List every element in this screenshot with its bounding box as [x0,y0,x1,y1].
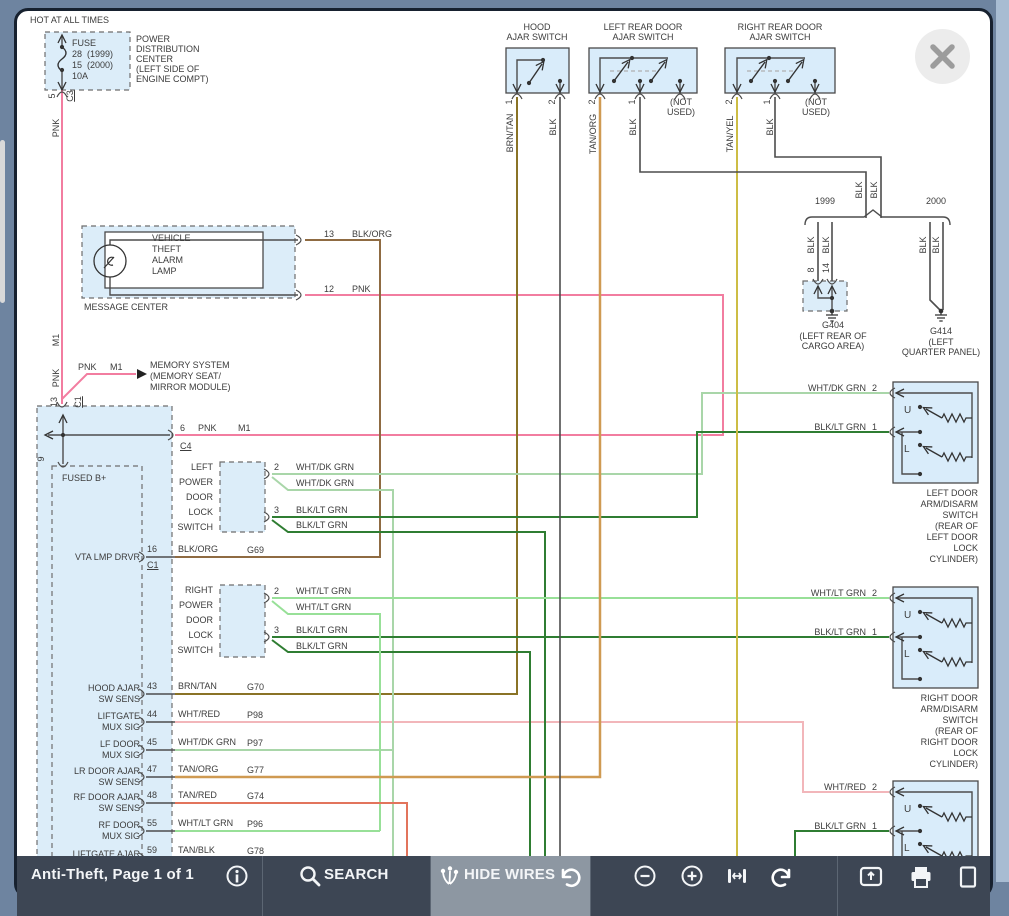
pin-connector [675,94,685,99]
junction-dot [918,405,922,409]
junction-dot [813,79,817,83]
junction-dot [918,829,922,833]
memory-system-arrow [137,369,147,379]
zoom-in-icon[interactable] [680,864,704,888]
page-icon[interactable] [955,864,981,890]
wire [930,222,940,310]
wire [272,640,530,856]
junction-dot [612,79,616,83]
wire [272,520,545,856]
toolbar-divider [430,856,431,916]
redo-icon[interactable] [771,864,797,890]
junction-dot [558,79,562,83]
info-icon[interactable] [225,864,249,888]
wire [795,831,889,856]
app-root: { "toolbar": { "title": "Anti-Theft, Pag… [0,0,1009,882]
junction-dot [918,430,922,434]
junction-dot [918,635,922,639]
junction-dot [61,433,65,437]
wire [175,803,407,856]
ground-icon [935,311,947,321]
junction-dot [749,79,753,83]
wire [272,601,380,831]
junction-dot [541,58,545,62]
component-box [220,585,265,657]
wire [272,393,889,474]
export-image-icon[interactable] [858,864,884,890]
wire [62,374,136,399]
fit-width-icon[interactable] [725,864,749,888]
junction-dot [527,81,531,85]
wire [175,722,889,792]
component-box [45,32,130,90]
junction-dot [830,296,834,300]
junction-dot [767,56,771,60]
hide-wires-icon[interactable] [437,864,461,888]
print-icon[interactable] [908,864,934,890]
toolbar-divider [837,856,838,916]
junction-dot [918,804,922,808]
wire [775,97,881,218]
junction-dot [630,56,634,60]
junction-dot [918,677,922,681]
brace-symbol [805,210,950,225]
search-icon[interactable] [298,864,322,888]
component-box [803,281,847,311]
junction-dot [918,610,922,614]
component-box [37,406,172,882]
toolbar-divider [590,856,591,916]
search-button[interactable]: SEARCH [324,866,389,883]
wire [272,477,393,856]
junction-dot [918,472,922,476]
wiring-diagram-canvas[interactable] [0,0,1009,882]
junction-dot [678,79,682,83]
close-icon [915,29,970,84]
zoom-out-icon[interactable] [633,864,657,888]
ground-icon [826,311,838,321]
undo-icon[interactable] [555,864,581,890]
junction-dot [649,79,653,83]
bottom-toolbar: Anti-Theft, Page 1 of 1 SEARCH HIDE WIRE… [17,856,990,916]
junction-dot [918,648,922,652]
junction-dot [638,79,642,83]
page-title: Anti-Theft, Page 1 of 1 [31,866,194,883]
junction-dot [918,443,922,447]
wire [175,97,600,777]
junction-dot [786,79,790,83]
wire [175,295,723,435]
junction-dot [773,79,777,83]
hide-wires-button[interactable]: HIDE WIRES [464,866,555,883]
toolbar-divider [262,856,263,916]
component-box [220,462,265,532]
junction-dot [918,842,922,846]
close-button[interactable] [915,29,970,84]
pin-connector [810,94,820,99]
